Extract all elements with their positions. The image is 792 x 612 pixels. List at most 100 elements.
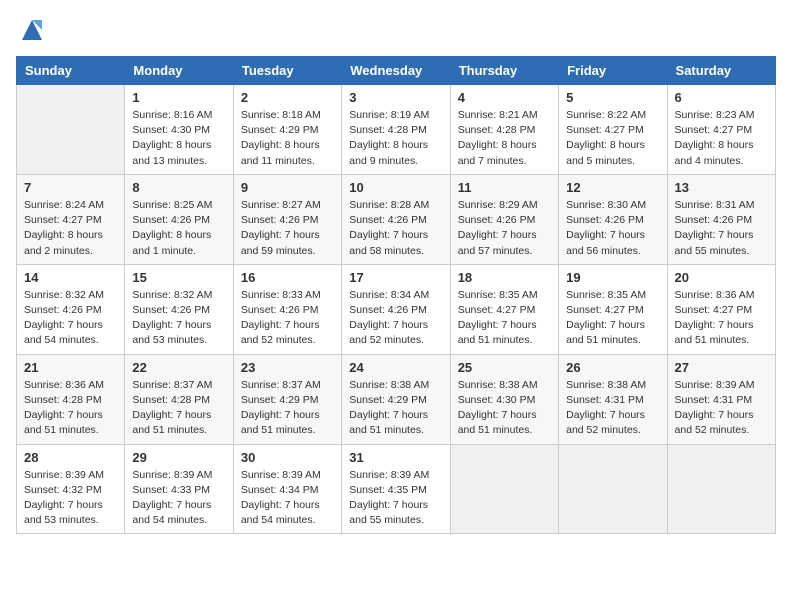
day-number: 11 — [458, 180, 551, 195]
day-number: 5 — [566, 90, 659, 105]
cell-info: Sunrise: 8:16 AMSunset: 4:30 PMDaylight:… — [132, 108, 225, 169]
cell-info: Sunrise: 8:32 AMSunset: 4:26 PMDaylight:… — [132, 288, 225, 349]
calendar-cell: 1 Sunrise: 8:16 AMSunset: 4:30 PMDaylight… — [125, 85, 233, 175]
cell-info: Sunrise: 8:39 AMSunset: 4:33 PMDaylight:… — [132, 468, 225, 529]
day-number: 19 — [566, 270, 659, 285]
day-number: 28 — [24, 450, 117, 465]
cell-info: Sunrise: 8:27 AMSunset: 4:26 PMDaylight:… — [241, 198, 334, 259]
day-number: 13 — [675, 180, 768, 195]
weekday-header: Wednesday — [342, 57, 450, 85]
cell-info: Sunrise: 8:38 AMSunset: 4:31 PMDaylight:… — [566, 378, 659, 439]
calendar-row: 7 Sunrise: 8:24 AMSunset: 4:27 PMDaylight… — [17, 174, 776, 264]
calendar-cell: 13 Sunrise: 8:31 AMSunset: 4:26 PMDayligh… — [667, 174, 775, 264]
calendar-cell — [559, 444, 667, 534]
cell-info: Sunrise: 8:38 AMSunset: 4:29 PMDaylight:… — [349, 378, 442, 439]
calendar-cell — [17, 85, 125, 175]
calendar-cell: 30 Sunrise: 8:39 AMSunset: 4:34 PMDayligh… — [233, 444, 341, 534]
day-number: 27 — [675, 360, 768, 375]
weekday-header: Sunday — [17, 57, 125, 85]
day-number: 3 — [349, 90, 442, 105]
calendar-cell: 24 Sunrise: 8:38 AMSunset: 4:29 PMDayligh… — [342, 354, 450, 444]
cell-info: Sunrise: 8:22 AMSunset: 4:27 PMDaylight:… — [566, 108, 659, 169]
cell-info: Sunrise: 8:23 AMSunset: 4:27 PMDaylight:… — [675, 108, 768, 169]
calendar-cell: 4Sunrise: 8:21 AMSunset: 4:28 PMDaylight… — [450, 85, 558, 175]
cell-info: Sunrise: 8:36 AMSunset: 4:28 PMDaylight:… — [24, 378, 117, 439]
calendar-cell: 17 Sunrise: 8:34 AMSunset: 4:26 PMDayligh… — [342, 264, 450, 354]
cell-info: Sunrise: 8:31 AMSunset: 4:26 PMDaylight:… — [675, 198, 768, 259]
weekday-header: Tuesday — [233, 57, 341, 85]
calendar-cell: 16 Sunrise: 8:33 AMSunset: 4:26 PMDayligh… — [233, 264, 341, 354]
day-number: 18 — [458, 270, 551, 285]
day-number: 22 — [132, 360, 225, 375]
calendar-cell: 19Sunrise: 8:35 AMSunset: 4:27 PMDayligh… — [559, 264, 667, 354]
day-number: 24 — [349, 360, 442, 375]
calendar-table: SundayMondayTuesdayWednesdayThursdayFrid… — [16, 56, 776, 534]
calendar-cell: 15 Sunrise: 8:32 AMSunset: 4:26 PMDayligh… — [125, 264, 233, 354]
cell-info: Sunrise: 8:18 AMSunset: 4:29 PMDaylight:… — [241, 108, 334, 169]
calendar-cell: 11Sunrise: 8:29 AMSunset: 4:26 PMDayligh… — [450, 174, 558, 264]
day-number: 21 — [24, 360, 117, 375]
calendar-cell: 7 Sunrise: 8:24 AMSunset: 4:27 PMDaylight… — [17, 174, 125, 264]
day-number: 20 — [675, 270, 768, 285]
calendar-row: 1 Sunrise: 8:16 AMSunset: 4:30 PMDaylight… — [17, 85, 776, 175]
cell-info: Sunrise: 8:39 AMSunset: 4:31 PMDaylight:… — [675, 378, 768, 439]
cell-info: Sunrise: 8:35 AMSunset: 4:27 PMDaylight:… — [458, 288, 551, 349]
day-number: 9 — [241, 180, 334, 195]
day-number: 31 — [349, 450, 442, 465]
calendar-cell: 3 Sunrise: 8:19 AMSunset: 4:28 PMDaylight… — [342, 85, 450, 175]
calendar-row: 28 Sunrise: 8:39 AMSunset: 4:32 PMDayligh… — [17, 444, 776, 534]
calendar-cell: 28 Sunrise: 8:39 AMSunset: 4:32 PMDayligh… — [17, 444, 125, 534]
calendar-cell: 20Sunrise: 8:36 AMSunset: 4:27 PMDayligh… — [667, 264, 775, 354]
calendar-cell: 23Sunrise: 8:37 AMSunset: 4:29 PMDayligh… — [233, 354, 341, 444]
calendar-cell: 12 Sunrise: 8:30 AMSunset: 4:26 PMDayligh… — [559, 174, 667, 264]
calendar-cell: 18 Sunrise: 8:35 AMSunset: 4:27 PMDayligh… — [450, 264, 558, 354]
day-number: 30 — [241, 450, 334, 465]
weekday-header: Saturday — [667, 57, 775, 85]
calendar-cell: 31 Sunrise: 8:39 AMSunset: 4:35 PMDayligh… — [342, 444, 450, 534]
day-number: 25 — [458, 360, 551, 375]
calendar-cell: 21 Sunrise: 8:36 AMSunset: 4:28 PMDayligh… — [17, 354, 125, 444]
day-number: 12 — [566, 180, 659, 195]
cell-info: Sunrise: 8:38 AMSunset: 4:30 PMDaylight:… — [458, 378, 551, 439]
calendar-cell: 9 Sunrise: 8:27 AMSunset: 4:26 PMDaylight… — [233, 174, 341, 264]
calendar-row: 21 Sunrise: 8:36 AMSunset: 4:28 PMDayligh… — [17, 354, 776, 444]
cell-info: Sunrise: 8:34 AMSunset: 4:26 PMDaylight:… — [349, 288, 442, 349]
cell-info: Sunrise: 8:21 AMSunset: 4:28 PMDaylight:… — [458, 108, 551, 169]
cell-info: Sunrise: 8:33 AMSunset: 4:26 PMDaylight:… — [241, 288, 334, 349]
calendar-cell: 14 Sunrise: 8:32 AMSunset: 4:26 PMDayligh… — [17, 264, 125, 354]
weekday-header: Friday — [559, 57, 667, 85]
cell-info: Sunrise: 8:24 AMSunset: 4:27 PMDaylight:… — [24, 198, 117, 259]
day-number: 6 — [675, 90, 768, 105]
calendar-cell: 27 Sunrise: 8:39 AMSunset: 4:31 PMDayligh… — [667, 354, 775, 444]
calendar-cell: 5 Sunrise: 8:22 AMSunset: 4:27 PMDaylight… — [559, 85, 667, 175]
cell-info: Sunrise: 8:30 AMSunset: 4:26 PMDaylight:… — [566, 198, 659, 259]
calendar-cell: 26 Sunrise: 8:38 AMSunset: 4:31 PMDayligh… — [559, 354, 667, 444]
page-header — [16, 16, 776, 44]
day-number: 23 — [241, 360, 334, 375]
weekday-header: Monday — [125, 57, 233, 85]
day-number: 7 — [24, 180, 117, 195]
calendar-cell: 29 Sunrise: 8:39 AMSunset: 4:33 PMDayligh… — [125, 444, 233, 534]
logo — [16, 16, 46, 44]
calendar-cell: 25 Sunrise: 8:38 AMSunset: 4:30 PMDayligh… — [450, 354, 558, 444]
cell-info: Sunrise: 8:37 AMSunset: 4:28 PMDaylight:… — [132, 378, 225, 439]
cell-info: Sunrise: 8:39 AMSunset: 4:35 PMDaylight:… — [349, 468, 442, 529]
day-number: 15 — [132, 270, 225, 285]
calendar-cell: 22 Sunrise: 8:37 AMSunset: 4:28 PMDayligh… — [125, 354, 233, 444]
cell-info: Sunrise: 8:19 AMSunset: 4:28 PMDaylight:… — [349, 108, 442, 169]
cell-info: Sunrise: 8:28 AMSunset: 4:26 PMDaylight:… — [349, 198, 442, 259]
cell-info: Sunrise: 8:39 AMSunset: 4:32 PMDaylight:… — [24, 468, 117, 529]
cell-info: Sunrise: 8:32 AMSunset: 4:26 PMDaylight:… — [24, 288, 117, 349]
day-number: 1 — [132, 90, 225, 105]
day-number: 29 — [132, 450, 225, 465]
cell-info: Sunrise: 8:39 AMSunset: 4:34 PMDaylight:… — [241, 468, 334, 529]
day-number: 26 — [566, 360, 659, 375]
weekday-header: Thursday — [450, 57, 558, 85]
calendar-cell — [667, 444, 775, 534]
calendar-cell — [450, 444, 558, 534]
calendar-row: 14 Sunrise: 8:32 AMSunset: 4:26 PMDayligh… — [17, 264, 776, 354]
day-number: 14 — [24, 270, 117, 285]
day-number: 10 — [349, 180, 442, 195]
day-number: 17 — [349, 270, 442, 285]
day-number: 16 — [241, 270, 334, 285]
